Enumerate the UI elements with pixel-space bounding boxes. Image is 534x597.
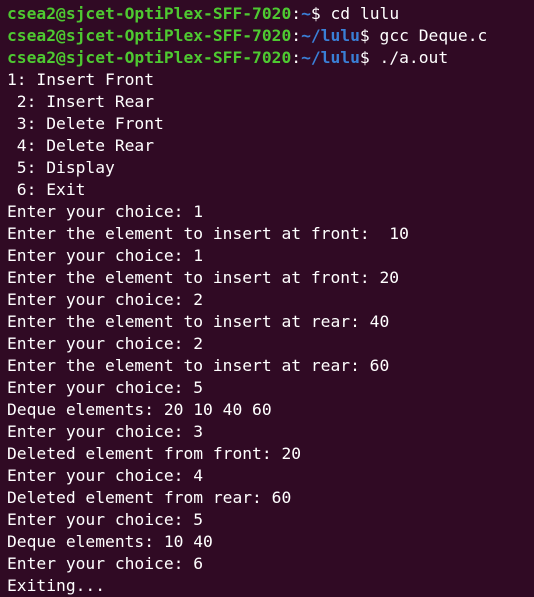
terminal-window[interactable]: csea2@sjcet-OptiPlex-SFF-7020:~$ cd lulu… <box>0 0 534 597</box>
prompt-line: csea2@sjcet-OptiPlex-SFF-7020:~/lulu$ gc… <box>7 25 534 47</box>
prompt-colon: : <box>291 4 302 23</box>
output-line: 6: Exit <box>7 180 86 199</box>
output-line: Enter your choice: 1 <box>7 202 204 221</box>
prompt-dollar: $ <box>359 48 380 67</box>
prompt-user-host: csea2@sjcet-OptiPlex-SFF-7020 <box>7 48 292 67</box>
output-line: Enter your choice: 2 <box>7 290 204 309</box>
output-line: Exiting... <box>7 576 106 595</box>
prompt-user-host: csea2@sjcet-OptiPlex-SFF-7020 <box>7 26 292 45</box>
output-line: Enter your choice: 3 <box>7 422 204 441</box>
command-text: cd lulu <box>330 4 400 23</box>
prompt-line: csea2@sjcet-OptiPlex-SFF-7020:~$ cd lulu <box>7 3 534 25</box>
prompt-path: ~ <box>301 4 311 23</box>
prompt-path: ~/lulu <box>301 48 360 67</box>
output-line: 1: Insert Front <box>7 70 155 89</box>
output-line: Enter the element to insert at rear: 40 <box>7 312 390 331</box>
command-text: ./a.out <box>379 48 449 67</box>
output-line: Enter your choice: 5 <box>7 510 204 529</box>
prompt-path: ~/lulu <box>301 26 360 45</box>
prompt-dollar: $ <box>359 26 380 45</box>
output-line: Enter your choice: 6 <box>7 554 204 573</box>
output-line: Enter your choice: 4 <box>7 466 204 485</box>
prompt-colon: : <box>291 26 302 45</box>
prompt-user-host: csea2@sjcet-OptiPlex-SFF-7020 <box>7 4 292 23</box>
output-line: Deque elements: 10 40 <box>7 532 213 551</box>
output-line: Enter the element to insert at front: 10 <box>7 224 409 243</box>
prompt-line: csea2@sjcet-OptiPlex-SFF-7020:~/lulu$ ./… <box>7 47 534 69</box>
output-line: Enter the element to insert at rear: 60 <box>7 356 390 375</box>
output-line: 4: Delete Rear <box>7 136 155 155</box>
output-line: Enter the element to insert at front: 20 <box>7 268 400 287</box>
prompt-dollar: $ <box>310 4 331 23</box>
output-line: Deque elements: 20 10 40 60 <box>7 400 272 419</box>
output-line: 5: Display <box>7 158 115 177</box>
command-text: gcc Deque.c <box>379 26 488 45</box>
prompt-colon: : <box>291 48 302 67</box>
output-line: Enter your choice: 5 <box>7 378 204 397</box>
output-line: Enter your choice: 2 <box>7 334 204 353</box>
output-line: Deleted element from rear: 60 <box>7 488 292 507</box>
output-line: 2: Insert Rear <box>7 92 155 111</box>
output-line: 3: Delete Front <box>7 114 164 133</box>
output-line: Enter your choice: 1 <box>7 246 204 265</box>
output-line: Deleted element from front: 20 <box>7 444 302 463</box>
